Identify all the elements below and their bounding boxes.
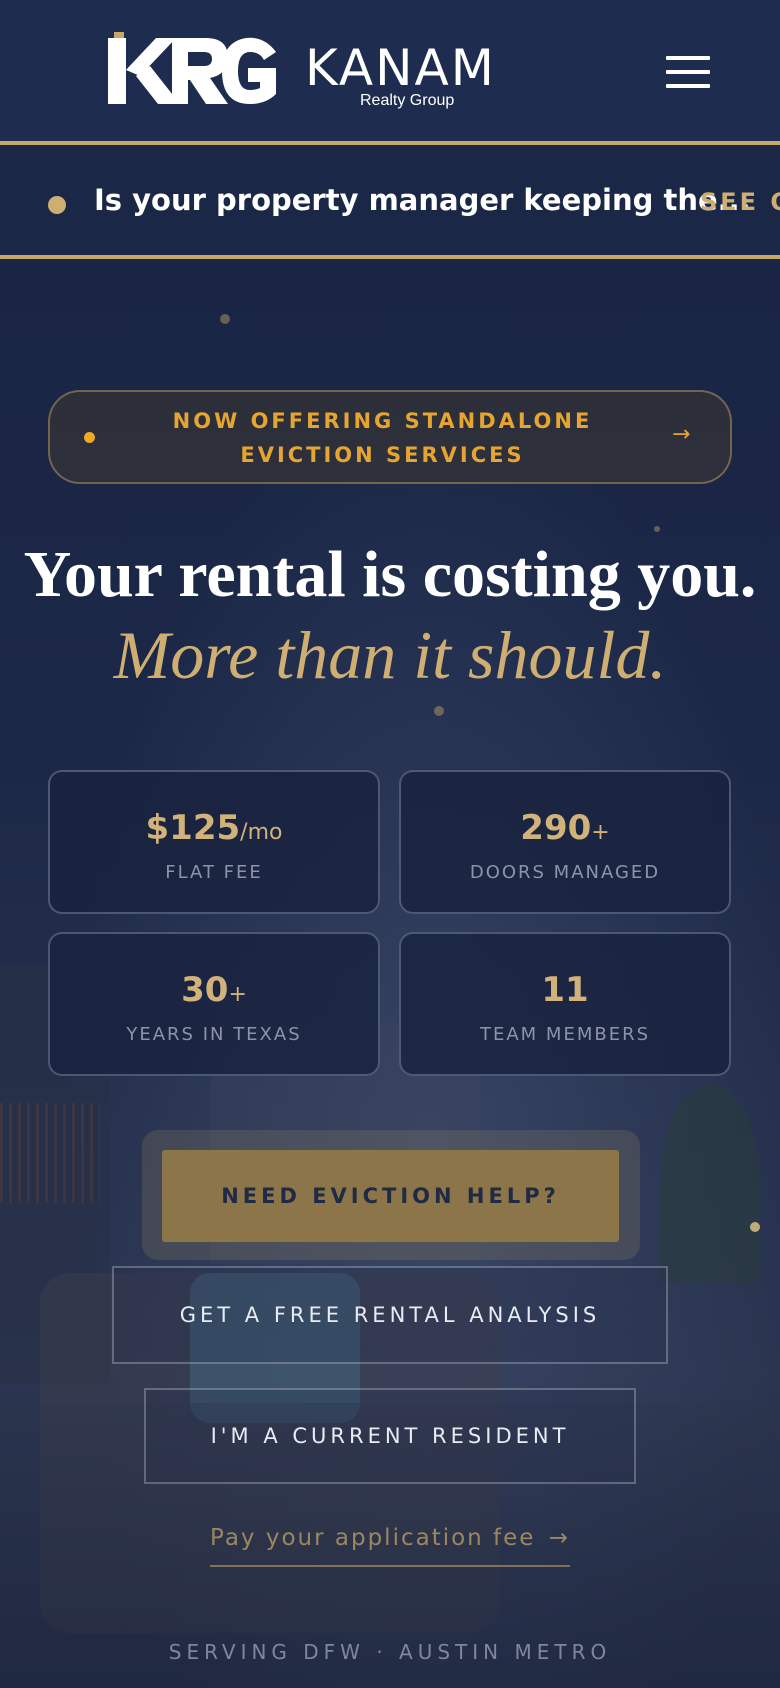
stat-value: 290+ xyxy=(401,808,729,848)
brand-subtitle: Realty Group xyxy=(360,92,455,109)
arrow-right-icon[interactable]: → xyxy=(549,1525,570,1551)
hero-headline: Your rental is costing you. xyxy=(23,538,757,611)
ticker-see-link[interactable]: SEE O xyxy=(700,188,780,216)
stat-card-doors-managed: 290+ DOORS MANAGED xyxy=(399,770,731,914)
pay-application-fee-link[interactable]: Pay your application fee → xyxy=(210,1525,570,1567)
menu-bar-icon xyxy=(666,84,710,88)
stat-label: DOORS MANAGED xyxy=(469,862,661,883)
need-eviction-help-button[interactable]: NEED EVICTION HELP? xyxy=(162,1150,619,1242)
stat-unit: + xyxy=(591,820,610,845)
stat-unit: + xyxy=(228,982,247,1007)
stat-number: 30 xyxy=(181,970,229,1010)
service-area-text: SERVING DFW · AUSTIN METRO xyxy=(168,1640,612,1664)
stat-value: 11 xyxy=(401,970,729,1010)
banner-text[interactable]: NOW OFFERING STANDALONE EVICTION SERVICE… xyxy=(110,404,655,472)
stat-unit: /mo xyxy=(240,820,283,845)
menu-bar-icon xyxy=(666,70,710,74)
arrow-right-icon[interactable]: → xyxy=(672,422,690,447)
menu-bar-icon xyxy=(666,56,710,60)
background-railing-shape xyxy=(0,1103,100,1203)
current-resident-button[interactable]: I'M A CURRENT RESIDENT xyxy=(144,1388,636,1484)
sparkle-decoration xyxy=(654,526,660,532)
stat-value: $125/mo xyxy=(50,808,378,848)
site-header: KANAM Realty Group xyxy=(0,0,780,145)
stat-value: 30+ xyxy=(50,970,378,1010)
sparkle-decoration xyxy=(434,706,444,716)
stat-label: YEARS IN TEXAS xyxy=(126,1024,302,1045)
stat-card-team-members: 11 TEAM MEMBERS xyxy=(399,932,731,1076)
sparkle-decoration xyxy=(220,314,230,324)
ticker-text[interactable]: Is your property manager keeping the... xyxy=(94,180,751,220)
stat-card-years-in-texas: 30+ YEARS IN TEXAS xyxy=(48,932,380,1076)
banner-dot-icon xyxy=(84,432,95,443)
background-plant-shape xyxy=(660,1083,760,1283)
stat-number: 11 xyxy=(541,970,589,1010)
sparkle-decoration xyxy=(750,1222,760,1232)
hero-headline-emphasis: More than it should. xyxy=(113,617,667,693)
stat-label: TEAM MEMBERS xyxy=(479,1024,651,1045)
brand-name[interactable]: KANAM xyxy=(305,38,496,98)
hamburger-menu-button[interactable] xyxy=(660,50,716,94)
stat-card-flat-fee: $125/mo FLAT FEE xyxy=(48,770,380,914)
stat-label: FLAT FEE xyxy=(165,862,263,883)
stat-number: 290 xyxy=(520,808,592,848)
pay-link-text[interactable]: Pay your application fee xyxy=(210,1525,535,1551)
stat-number: $125 xyxy=(145,808,241,848)
ticker-bullet-icon xyxy=(48,196,66,214)
krg-logo-icon[interactable] xyxy=(106,30,278,110)
free-rental-analysis-button[interactable]: GET A FREE RENTAL ANALYSIS xyxy=(112,1266,668,1364)
